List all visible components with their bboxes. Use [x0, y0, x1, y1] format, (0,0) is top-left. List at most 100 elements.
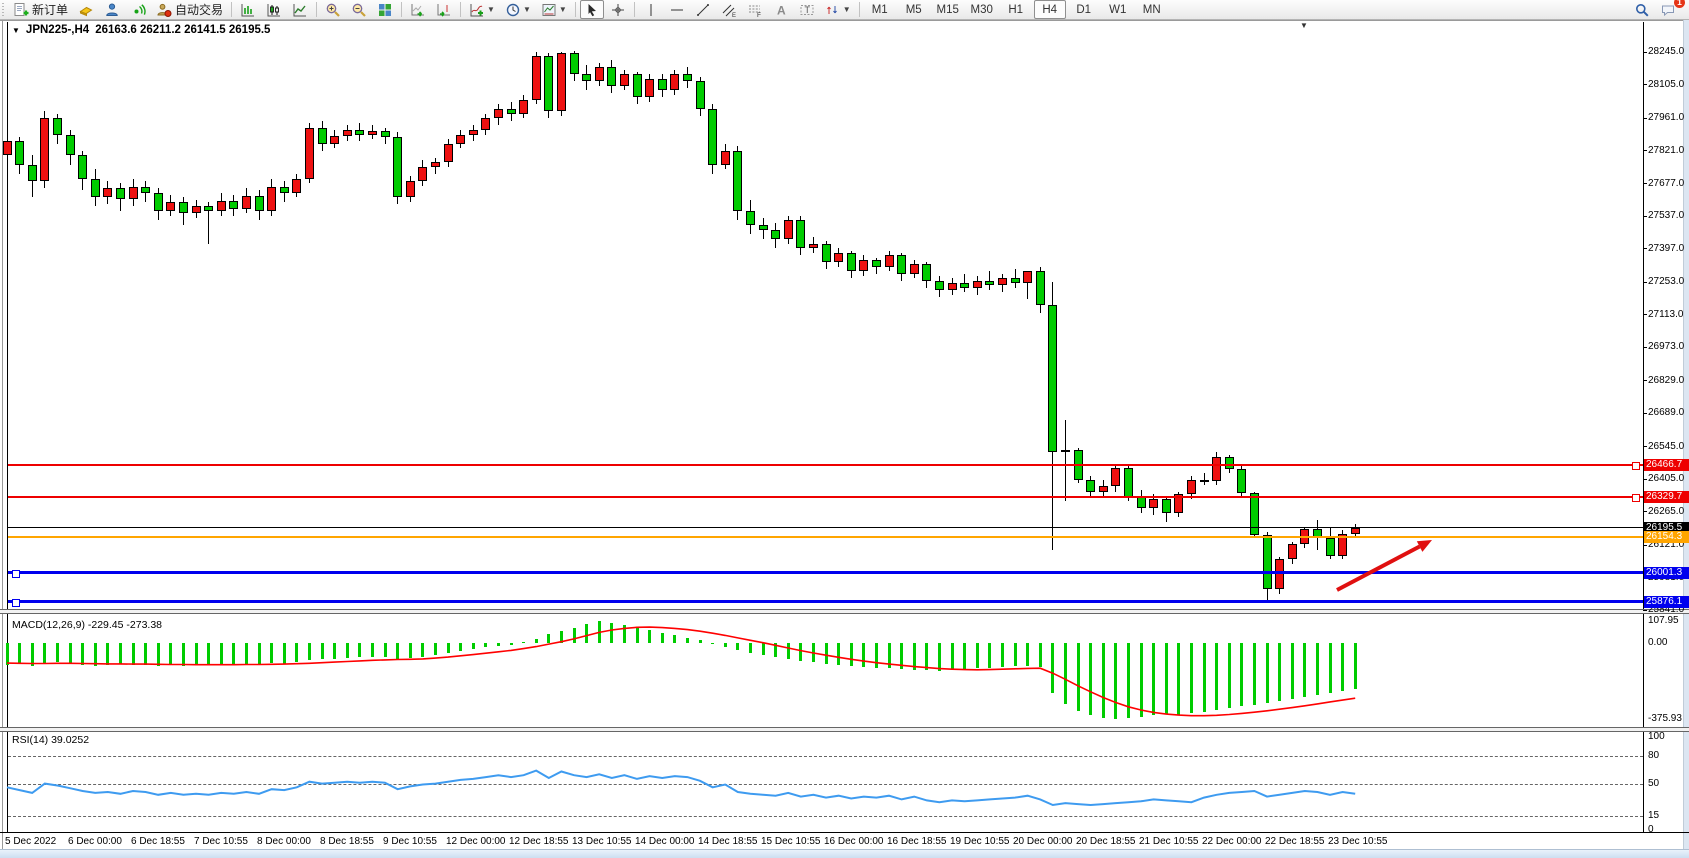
macd-histogram-bar — [295, 643, 298, 662]
time-axis-label: 13 Dec 10:55 — [572, 836, 632, 847]
price-axis-tick — [1643, 248, 1647, 249]
macd-histogram-bar — [1316, 643, 1319, 695]
candle-body — [229, 201, 238, 209]
candle-body — [406, 181, 415, 197]
macd-histogram-bar — [900, 643, 903, 669]
horizontal-level-line[interactable] — [8, 527, 1643, 528]
price-axis-label: 26973.0 — [1648, 341, 1684, 352]
horizontal-level-line[interactable] — [8, 464, 1643, 466]
macd-histogram-bar — [157, 643, 160, 666]
macd-histogram-bar — [182, 643, 185, 666]
candle-body — [1187, 480, 1196, 494]
rsi-axis-label: 50 — [1648, 778, 1659, 789]
horizontal-level-line[interactable] — [8, 571, 1643, 574]
time-axis-label: 20 Dec 00:00 — [1013, 836, 1073, 847]
candle-body — [1162, 499, 1171, 513]
candle-body — [217, 201, 226, 211]
time-axis-label: 16 Dec 18:55 — [887, 836, 947, 847]
price-tag: 25876.1 — [1644, 596, 1689, 608]
macd-histogram-bar — [258, 643, 261, 665]
time-axis-label: 21 Dec 10:55 — [1139, 836, 1199, 847]
price-axis-label: 27677.0 — [1648, 178, 1684, 189]
trend-arrow-annotation — [1337, 547, 1420, 590]
window-bottom-edge — [0, 849, 1689, 858]
macd-histogram-bar — [1089, 643, 1092, 715]
price-axis-tick — [1643, 610, 1647, 611]
macd-histogram-bar — [1253, 643, 1256, 705]
candle-body — [872, 260, 881, 267]
macd-histogram-bar — [321, 643, 324, 659]
candle-body — [3, 141, 12, 155]
candle-body — [595, 67, 604, 81]
candle-body — [1099, 486, 1108, 492]
candle-body — [318, 128, 327, 144]
line-handle[interactable] — [1632, 494, 1640, 502]
horizontal-level-line[interactable] — [8, 600, 1643, 603]
macd-histogram-bar — [144, 643, 147, 665]
macd-histogram-bar — [736, 643, 739, 650]
macd-histogram-bar — [43, 643, 46, 663]
candle-body — [582, 74, 591, 81]
candle-body — [469, 130, 478, 135]
candle-body — [532, 56, 541, 100]
macd-histogram-bar — [1039, 643, 1042, 667]
candle-body — [847, 253, 856, 272]
candle-body — [494, 109, 503, 118]
candle-body — [1048, 305, 1057, 452]
macd-histogram-bar — [661, 633, 664, 643]
price-axis-tick — [1643, 479, 1647, 480]
price-tag: 26154.3 — [1644, 531, 1689, 543]
macd-histogram-bar — [1064, 643, 1067, 704]
macd-histogram-bar — [825, 643, 828, 664]
time-axis[interactable]: 5 Dec 20226 Dec 00:006 Dec 18:557 Dec 10… — [0, 834, 1689, 849]
price-tag: 26466.7 — [1644, 459, 1689, 471]
horizontal-level-line[interactable] — [8, 536, 1643, 538]
macd-histogram-bar — [686, 638, 689, 643]
time-axis-label: 22 Dec 18:55 — [1265, 836, 1325, 847]
line-handle[interactable] — [1632, 462, 1640, 470]
macd-axis-label: 0.00 — [1648, 637, 1667, 648]
price-axis-tick — [1643, 118, 1647, 119]
time-axis-label: 16 Dec 00:00 — [824, 836, 884, 847]
candle-body — [859, 260, 868, 272]
candle-body — [708, 109, 717, 165]
price-axis-tick — [1643, 282, 1647, 283]
price-tag: 26001.3 — [1644, 567, 1689, 579]
candle-body — [116, 188, 125, 200]
macd-histogram-bar — [119, 643, 122, 664]
candle-body — [15, 141, 24, 164]
price-axis-tick — [1643, 347, 1647, 348]
macd-histogram-bar — [207, 643, 210, 665]
macd-histogram-bar — [762, 643, 765, 656]
price-axis-label: 26405.0 — [1648, 473, 1684, 484]
price-axis-label: 26829.0 — [1648, 375, 1684, 386]
time-axis-label: 12 Dec 18:55 — [509, 836, 569, 847]
time-axis-label: 14 Dec 18:55 — [698, 836, 758, 847]
horizontal-level-line[interactable] — [8, 496, 1643, 498]
macd-histogram-bar — [6, 643, 9, 665]
line-handle[interactable] — [12, 599, 20, 607]
candle-body — [179, 202, 188, 214]
macd-histogram-bar — [434, 643, 437, 655]
macd-histogram-bar — [384, 643, 387, 658]
price-axis-label: 27253.0 — [1648, 276, 1684, 287]
candle-body — [645, 79, 654, 98]
macd-histogram-bar — [623, 625, 626, 643]
chart-plot-area[interactable]: 28245.028105.027961.027821.027677.027537… — [0, 0, 1689, 858]
time-axis-label: 15 Dec 10:55 — [761, 836, 821, 847]
candle-body — [1250, 493, 1259, 535]
macd-histogram-bar — [333, 643, 336, 659]
macd-histogram-bar — [371, 643, 374, 657]
macd-histogram-bar — [409, 643, 412, 658]
candle-body — [255, 196, 264, 211]
time-axis-label: 23 Dec 10:55 — [1328, 836, 1388, 847]
candle-body — [355, 130, 364, 135]
macd-histogram-bar — [774, 643, 777, 658]
macd-histogram-bar — [1165, 643, 1168, 714]
macd-histogram-bar — [421, 643, 424, 657]
macd-histogram-bar — [1215, 643, 1218, 710]
macd-histogram-bar — [1152, 643, 1155, 715]
candle-body — [922, 264, 931, 280]
candle-body — [960, 283, 969, 288]
line-handle[interactable] — [12, 570, 20, 578]
